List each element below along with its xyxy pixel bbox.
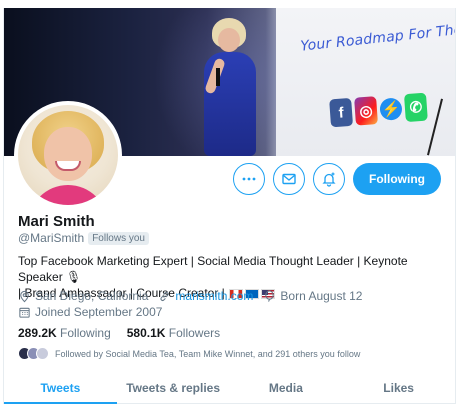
- following-stat[interactable]: 289.2K Following: [18, 326, 111, 340]
- birthday: Born August 12: [263, 289, 362, 303]
- messenger-icon: ⚡: [379, 97, 403, 121]
- bio-line-1: Top Facebook Marketing Expert | Social M…: [18, 254, 408, 284]
- location-text: San Diego, California: [35, 289, 149, 303]
- message-button[interactable]: [273, 163, 305, 195]
- follows-you-badge: Follows you: [88, 231, 149, 245]
- notifications-button[interactable]: [313, 163, 345, 195]
- bell-plus-icon: [322, 172, 336, 187]
- location-pin-icon: [20, 290, 29, 302]
- followed-by-avatars: [18, 347, 49, 360]
- calendar-icon: [19, 307, 30, 318]
- website-link[interactable]: marismith.com: [175, 289, 253, 303]
- handle: @MariSmith: [18, 231, 85, 245]
- more-button[interactable]: [233, 163, 265, 195]
- more-icon: [242, 177, 256, 181]
- page: Your Roadmap For The Futur f ◎ ⚡ ✆: [0, 0, 468, 404]
- balloon-icon: [265, 289, 275, 302]
- tab-media[interactable]: Media: [230, 372, 343, 403]
- location: San Diego, California: [18, 289, 148, 303]
- whatsapp-icon: ✆: [403, 92, 428, 123]
- display-name: Mari Smith: [18, 213, 95, 230]
- followed-by-text: Followed by Social Media Tea, Team Mike …: [55, 348, 361, 359]
- tab-tweets[interactable]: Tweets: [4, 372, 117, 404]
- tab-tweets-and-replies[interactable]: Tweets & replies: [117, 372, 230, 403]
- website: marismith.com: [158, 289, 253, 303]
- followers-stat[interactable]: 580.1K Followers: [127, 326, 220, 340]
- followed-by[interactable]: Followed by Social Media Tea, Team Mike …: [18, 347, 360, 360]
- join-date: Joined September 2007: [18, 305, 162, 319]
- profile-tabs: Tweets Tweets & replies Media Likes: [4, 372, 455, 404]
- birthday-text: Born August 12: [280, 289, 363, 303]
- profile-meta: San Diego, California marismith.com Born…: [18, 289, 362, 303]
- speaker-figure: [194, 18, 274, 156]
- facebook-icon: f: [329, 97, 354, 128]
- profile-actions: Following: [233, 163, 441, 195]
- tab-likes[interactable]: Likes: [342, 372, 455, 403]
- avatar[interactable]: [14, 101, 122, 209]
- follow-stats: 289.2K Following 580.1K Followers: [18, 326, 220, 340]
- instagram-icon: ◎: [354, 96, 378, 126]
- profile-card: Your Roadmap For The Futur f ◎ ⚡ ✆: [3, 8, 456, 404]
- envelope-icon: [282, 173, 296, 185]
- following-button[interactable]: Following: [353, 163, 441, 195]
- mini-avatar: [36, 347, 49, 360]
- link-icon: [160, 291, 169, 301]
- handle-row: @MariSmith Follows you: [18, 231, 149, 245]
- join-date-text: Joined September 2007: [35, 305, 163, 319]
